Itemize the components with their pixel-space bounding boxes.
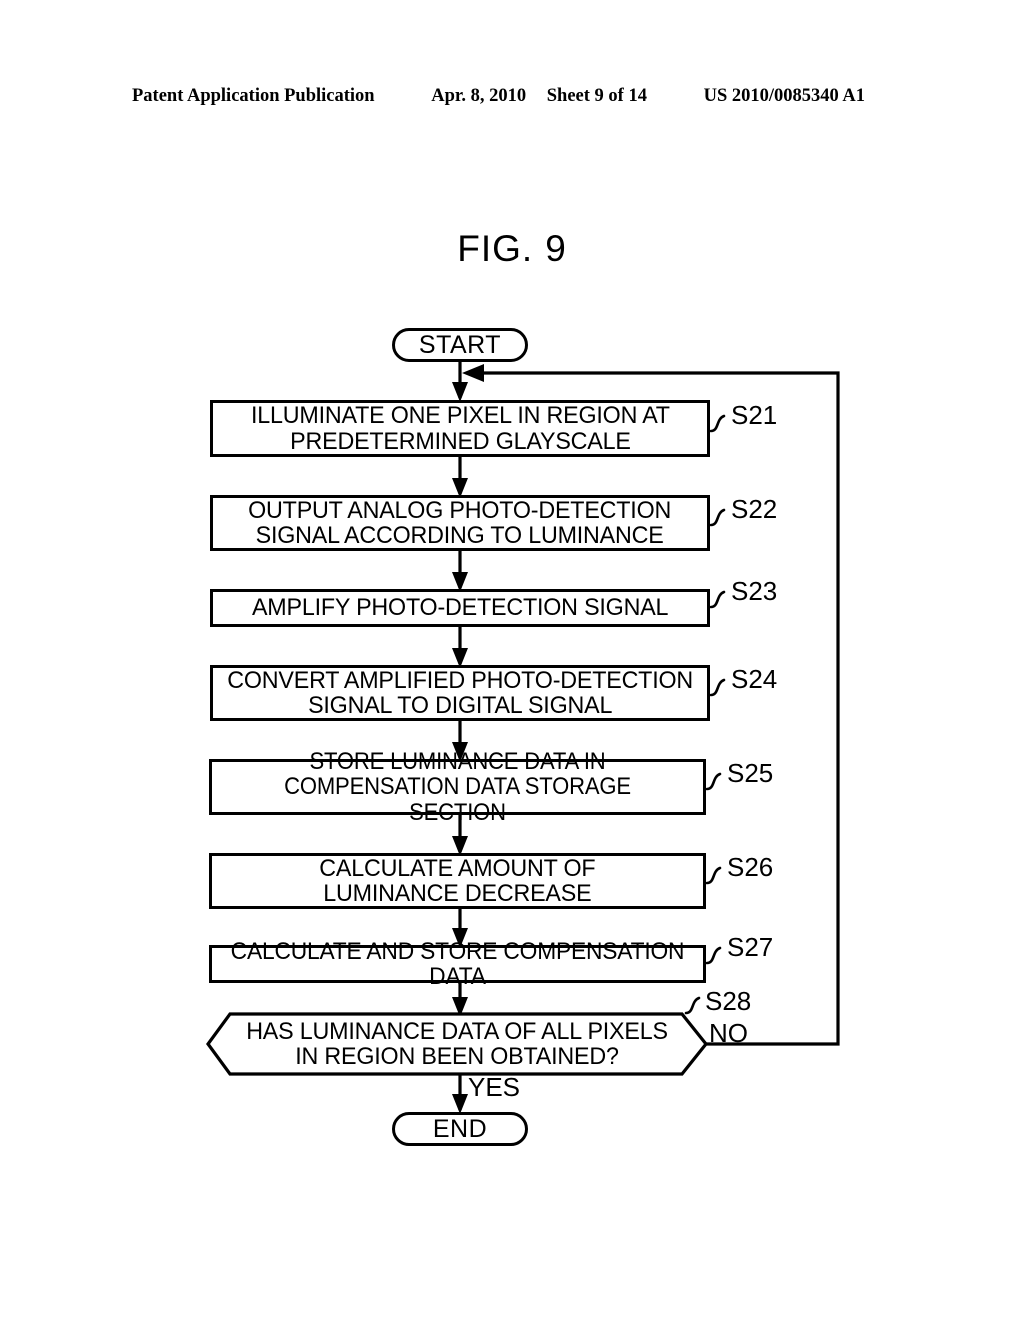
step-text-s22: OUTPUT ANALOG PHOTO-DETECTION SIGNAL ACC… xyxy=(248,496,672,549)
start-terminal[interactable]: START xyxy=(392,328,528,362)
step-box-s21[interactable]: ILLUMINATE ONE PIXEL IN REGION AT PREDET… xyxy=(210,400,710,457)
step-ref-s22: S22 xyxy=(731,494,778,524)
step-box-s25[interactable]: STORE LUMINANCE DATA IN COMPENSATION DAT… xyxy=(209,748,706,825)
branch-label-no: NO xyxy=(709,1018,748,1048)
patent-figure-page: Patent Application Publication Apr. 8, 2… xyxy=(0,0,1024,1320)
step-ref-s26: S26 xyxy=(727,852,774,882)
step-text-s21: ILLUMINATE ONE PIXEL IN REGION AT PREDET… xyxy=(250,402,670,455)
step-text-s25: STORE LUMINANCE DATA IN COMPENSATION DAT… xyxy=(284,747,631,826)
end-label: END xyxy=(432,1114,488,1143)
step-ref-s27: S27 xyxy=(727,932,774,962)
step-box-s24[interactable]: CONVERT AMPLIFIED PHOTO-DETECTION SIGNAL… xyxy=(210,665,710,721)
step-box-s22[interactable]: OUTPUT ANALOG PHOTO-DETECTION SIGNAL ACC… xyxy=(210,495,710,551)
flowchart: START ILLUMINATE ONE PIXEL IN REGION AT … xyxy=(0,0,1024,1320)
step-box-s27[interactable]: CALCULATE AND STORE COMPENSATION DATA xyxy=(209,938,706,989)
step-ref-s21: S21 xyxy=(731,400,778,430)
step-text-s24: CONVERT AMPLIFIED PHOTO-DETECTION SIGNAL… xyxy=(227,666,693,719)
step-text-s26: CALCULATE AMOUNT OF LUMINANCE DECREASE xyxy=(319,854,596,907)
step-ref-s28: S28 xyxy=(705,986,752,1016)
decision-text-s28: HAS LUMINANCE DATA OF ALL PIXELS IN REGI… xyxy=(246,1017,668,1070)
step-ref-s25: S25 xyxy=(727,758,774,788)
end-terminal[interactable]: END xyxy=(392,1112,528,1146)
step-text-s27: CALCULATE AND STORE COMPENSATION DATA xyxy=(230,937,685,990)
branch-label-yes: YES xyxy=(468,1072,521,1102)
start-label: START xyxy=(418,330,502,359)
step-ref-s23: S23 xyxy=(731,576,778,606)
step-text-s23: AMPLIFY PHOTO-DETECTION SIGNAL xyxy=(251,594,669,622)
step-ref-s24: S24 xyxy=(731,664,778,694)
decision-box-s28[interactable]: HAS LUMINANCE DATA OF ALL PIXELS IN REGI… xyxy=(208,1014,706,1074)
step-box-s26[interactable]: CALCULATE AMOUNT OF LUMINANCE DECREASE xyxy=(209,853,706,909)
step-box-s23[interactable]: AMPLIFY PHOTO-DETECTION SIGNAL xyxy=(210,589,710,627)
arrowheads xyxy=(452,364,484,1114)
